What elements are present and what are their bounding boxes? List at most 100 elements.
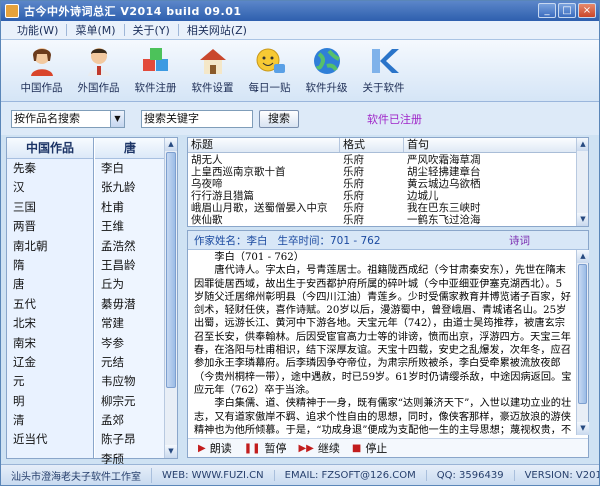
work-row[interactable]: 峨眉山月歌，送蜀僧晏入中京 乐府 我在巴东三峡时 bbox=[188, 202, 578, 214]
about-button[interactable]: 关于软件 bbox=[355, 40, 412, 100]
status-bar: 汕头市澄海老夫子软件工作室 WEB: WWW.FUZI.CN EMAIL: FZ… bbox=[1, 464, 599, 485]
dynasty-item[interactable]: 五代 bbox=[7, 295, 93, 314]
work-row[interactable]: 乌夜啼 乐府 黄云城边乌欲栖 bbox=[188, 178, 578, 190]
dynasty-item[interactable]: 先秦 bbox=[7, 159, 93, 178]
work-row[interactable]: 胡无人 乐府 严风吹霜海草凋 bbox=[188, 154, 578, 166]
close-button[interactable]: × bbox=[578, 3, 596, 18]
author-years: 生卒时间：701 - 762 bbox=[277, 234, 381, 247]
main-window: 古今中外诗词总汇 V2014 build 09.01 _ □ × 功能(W) 菜… bbox=[0, 0, 600, 486]
poet-list: 唐 李白 张九龄 杜甫 王维 孟浩然 王昌龄 丘为 綦毋潜 常建 岑参 元结 韦应物 柳宗元 孟郊 陈子昂李… bbox=[95, 138, 165, 466]
poet-item[interactable]: 王昌龄 bbox=[95, 256, 165, 275]
daily-post-button[interactable]: 每日一贴 bbox=[241, 40, 298, 100]
work-first-line: 边城儿 bbox=[407, 190, 439, 202]
poet-item[interactable]: 柳宗元 bbox=[95, 392, 165, 411]
playback-controls: ▶ 朗读 ❚❚ 暂停 ▶▶ 继续 ■ 停止 bbox=[188, 438, 588, 457]
work-first-line: 我在巴东三峡时 bbox=[407, 202, 481, 214]
resume-button[interactable]: ▶▶ 继续 bbox=[298, 440, 339, 456]
menu-function[interactable]: 功能(W) bbox=[9, 22, 66, 38]
poet-scrollbar[interactable]: ▲ ▼ bbox=[164, 138, 177, 458]
work-format: 乐府 bbox=[343, 214, 364, 226]
menu-related-sites[interactable]: 相关网站(Z) bbox=[179, 22, 255, 38]
work-title: 胡无人 bbox=[191, 154, 223, 166]
dynasty-item[interactable]: 元 bbox=[7, 372, 93, 391]
poet-item[interactable]: 杜甫 bbox=[95, 198, 165, 217]
col-format[interactable]: 格式 bbox=[340, 138, 404, 152]
work-format: 乐府 bbox=[343, 166, 364, 178]
poet-item[interactable]: 岑参 bbox=[95, 334, 165, 353]
poet-item[interactable]: 常建 bbox=[95, 314, 165, 333]
col-first-line[interactable]: 首句 bbox=[404, 138, 578, 152]
foreign-works-button[interactable]: 外国作品 bbox=[70, 40, 127, 100]
resume-icon: ▶▶ bbox=[298, 442, 314, 454]
cubes-icon bbox=[140, 46, 172, 76]
poet-item[interactable]: 孟郊 bbox=[95, 411, 165, 430]
register-button[interactable]: 软件注册 bbox=[127, 40, 184, 100]
upgrade-button[interactable]: 软件升级 bbox=[298, 40, 355, 100]
works-scrollbar[interactable]: ▲ ▼ bbox=[576, 138, 588, 226]
globe-icon bbox=[311, 46, 343, 76]
scroll-down-icon[interactable]: ▼ bbox=[577, 213, 588, 226]
woman-avatar-icon bbox=[26, 46, 58, 76]
minimize-button[interactable]: _ bbox=[538, 3, 556, 18]
biography-scrollbar[interactable]: ▲ ▼ bbox=[576, 250, 589, 435]
scroll-up-icon[interactable]: ▲ bbox=[577, 250, 589, 263]
settings-button[interactable]: 软件设置 bbox=[184, 40, 241, 100]
scroll-down-icon[interactable]: ▼ bbox=[165, 445, 177, 458]
dynasty-item[interactable]: 汉 bbox=[7, 178, 93, 197]
dynasty-item[interactable]: 两晋 bbox=[7, 217, 93, 236]
work-title: 峨眉山月歌，送蜀僧晏入中京 bbox=[191, 202, 328, 214]
scroll-up-icon[interactable]: ▲ bbox=[577, 138, 588, 151]
poet-item[interactable]: 陈子昂 bbox=[95, 430, 165, 449]
search-keyword-input[interactable]: 搜索关键字 bbox=[141, 109, 253, 128]
author-info-bar: 作家姓名：李白 生卒时间：701 - 762 诗词 bbox=[188, 231, 588, 250]
status-studio: 汕头市澄海老夫子软件工作室 bbox=[1, 467, 152, 483]
dynasty-header[interactable]: 中国作品 bbox=[7, 138, 93, 159]
dynasty-item[interactable]: 隋 bbox=[7, 256, 93, 275]
bio-paragraph: 唐代诗人。字太白，号青莲居士。祖籍陇西成纪（今甘肃秦安东），先世在隋末因罪徙居西… bbox=[194, 265, 572, 396]
poet-item[interactable]: 丘为 bbox=[95, 275, 165, 294]
work-first-line: 一鹤东飞过沧海 bbox=[407, 214, 481, 226]
menu-about[interactable]: 关于(Y) bbox=[125, 22, 178, 38]
search-mode-select[interactable]: 按作品名搜索 ▼ bbox=[11, 109, 125, 128]
dynasty-item[interactable]: 南北朝 bbox=[7, 237, 93, 256]
chevron-down-icon[interactable]: ▼ bbox=[110, 110, 124, 127]
menu-menu[interactable]: 菜单(M) bbox=[67, 22, 123, 38]
poet-item[interactable]: 元结 bbox=[95, 353, 165, 372]
stop-button[interactable]: ■ 停止 bbox=[352, 440, 387, 456]
scroll-up-icon[interactable]: ▲ bbox=[165, 138, 177, 151]
scroll-thumb[interactable] bbox=[578, 264, 587, 404]
scroll-down-icon[interactable]: ▼ bbox=[577, 422, 589, 435]
poet-item[interactable]: 綦毋潜 bbox=[95, 295, 165, 314]
maximize-button[interactable]: □ bbox=[558, 3, 576, 18]
smiley-chat-icon bbox=[254, 46, 286, 76]
col-title[interactable]: 标题 bbox=[188, 138, 340, 152]
dynasty-item[interactable]: 辽金 bbox=[7, 353, 93, 372]
dynasty-item[interactable]: 唐 bbox=[7, 275, 93, 294]
work-title: 侠仙歌 bbox=[191, 214, 223, 226]
poet-item[interactable]: 孟浩然 bbox=[95, 237, 165, 256]
pause-button[interactable]: ❚❚ 暂停 bbox=[244, 440, 287, 456]
poet-item[interactable]: 王维 bbox=[95, 217, 165, 236]
chinese-works-button[interactable]: 中国作品 bbox=[13, 40, 70, 100]
work-format: 乐府 bbox=[343, 190, 364, 202]
work-row[interactable]: 上皇西巡南京歌十首 乐府 胡尘轻拂建章台 bbox=[188, 166, 578, 178]
dynasty-item[interactable]: 近当代 bbox=[7, 430, 93, 449]
status-web: WEB: WWW.FUZI.CN bbox=[152, 469, 275, 481]
dynasty-item[interactable]: 北宋 bbox=[7, 314, 93, 333]
dynasty-item[interactable]: 南宋 bbox=[7, 334, 93, 353]
scroll-thumb[interactable] bbox=[166, 152, 176, 388]
poet-header[interactable]: 唐 bbox=[95, 138, 165, 159]
read-aloud-button[interactable]: ▶ 朗读 bbox=[198, 440, 232, 456]
dynasty-item[interactable]: 清 bbox=[7, 411, 93, 430]
poet-item[interactable]: 张九龄 bbox=[95, 178, 165, 197]
poet-item[interactable]: 李白 bbox=[95, 159, 165, 178]
poet-item[interactable]: 韦应物 bbox=[95, 372, 165, 391]
work-row[interactable]: 行行游且猎篇 乐府 边城儿 bbox=[188, 190, 578, 202]
search-bar: 按作品名搜索 ▼ 搜索关键字 搜索 软件已注册 bbox=[1, 102, 599, 135]
work-title: 上皇西巡南京歌十首 bbox=[191, 166, 286, 178]
work-row[interactable]: 侠仙歌 乐府 一鹤东飞过沧海 bbox=[188, 214, 578, 226]
dynasty-item[interactable]: 明 bbox=[7, 392, 93, 411]
dynasty-item[interactable]: 三国 bbox=[7, 198, 93, 217]
poems-link[interactable]: 诗词 bbox=[509, 233, 530, 248]
search-button[interactable]: 搜索 bbox=[259, 109, 299, 128]
